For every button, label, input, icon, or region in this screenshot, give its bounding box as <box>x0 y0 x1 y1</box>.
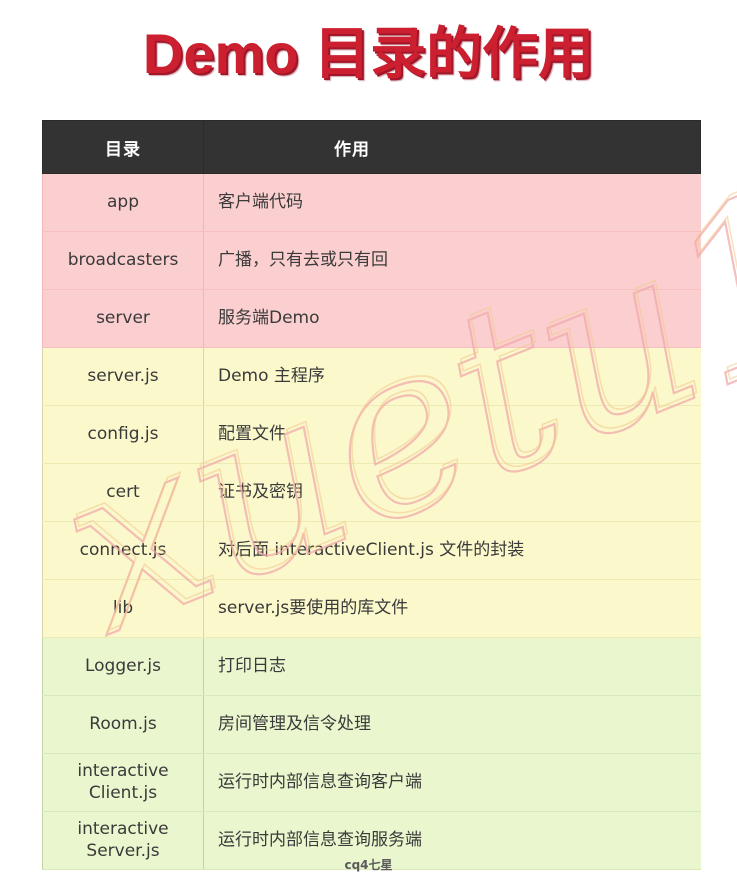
cell-directory: server.js <box>42 347 204 406</box>
cell-usage: 客户端代码 <box>203 173 701 232</box>
table-row: connect.js 对后面 interactiveClient.js 文件的封装 <box>42 521 701 580</box>
cell-usage: 打印日志 <box>203 637 701 696</box>
column-header-usage: 作用 <box>203 120 701 174</box>
cell-usage: 房间管理及信令处理 <box>203 695 701 754</box>
table-row: Room.js 房间管理及信令处理 <box>42 695 701 754</box>
footer-credit: cq4七星 <box>344 858 393 872</box>
table-header: 目录 作用 <box>42 120 701 174</box>
directory-table: 目录 作用 app 客户端代码 broadcasters 广播，只有去或只有回 serv… <box>42 120 701 870</box>
cell-directory: Room.js <box>42 695 204 754</box>
cell-usage: server.js要使用的库文件 <box>203 579 701 638</box>
cell-usage: Demo 主程序 <box>203 347 701 406</box>
column-header-directory: 目录 <box>42 120 204 174</box>
cell-usage: 配置文件 <box>203 405 701 464</box>
table-row: server.js Demo 主程序 <box>42 347 701 406</box>
slide-page: Demo 目录的作用 目录 作用 app 客户端代码 broadcasters 广播，… <box>0 0 737 874</box>
cell-directory: connect.js <box>42 521 204 580</box>
table-row: lib server.js要使用的库文件 <box>42 579 701 638</box>
table-row: app 客户端代码 <box>42 173 701 232</box>
cell-directory: app <box>42 173 204 232</box>
cell-directory: config.js <box>42 405 204 464</box>
table-row: broadcasters 广播，只有去或只有回 <box>42 231 701 290</box>
page-title-chinese: 目录的作用 <box>314 22 595 87</box>
page-title-english: Demo <box>142 22 315 85</box>
cell-directory: Logger.js <box>42 637 204 696</box>
cell-directory: server <box>42 289 204 348</box>
cell-directory: cert <box>42 463 204 522</box>
cell-usage: 广播，只有去或只有回 <box>203 231 701 290</box>
page-title: Demo 目录的作用 <box>0 18 737 91</box>
cell-usage: 对后面 interactiveClient.js 文件的封装 <box>203 521 701 580</box>
directory-table-container: 目录 作用 app 客户端代码 broadcasters 广播，只有去或只有回 serv… <box>42 120 701 870</box>
cell-usage: 服务端Demo <box>203 289 701 348</box>
cell-directory: broadcasters <box>42 231 204 290</box>
cell-usage: 证书及密钥 <box>203 463 701 522</box>
table-row: cert 证书及密钥 <box>42 463 701 522</box>
table-row: interactive Client.js 运行时内部信息查询客户端 <box>42 753 701 812</box>
table-row: Logger.js 打印日志 <box>42 637 701 696</box>
table-header-row: 目录 作用 <box>42 120 701 174</box>
table-body: app 客户端代码 broadcasters 广播，只有去或只有回 server 服务端D… <box>42 173 701 870</box>
table-row: config.js 配置文件 <box>42 405 701 464</box>
cell-directory: lib <box>42 579 204 638</box>
cell-directory: interactive Client.js <box>42 753 204 812</box>
cell-usage: 运行时内部信息查询客户端 <box>203 753 701 812</box>
table-row: server 服务端Demo <box>42 289 701 348</box>
